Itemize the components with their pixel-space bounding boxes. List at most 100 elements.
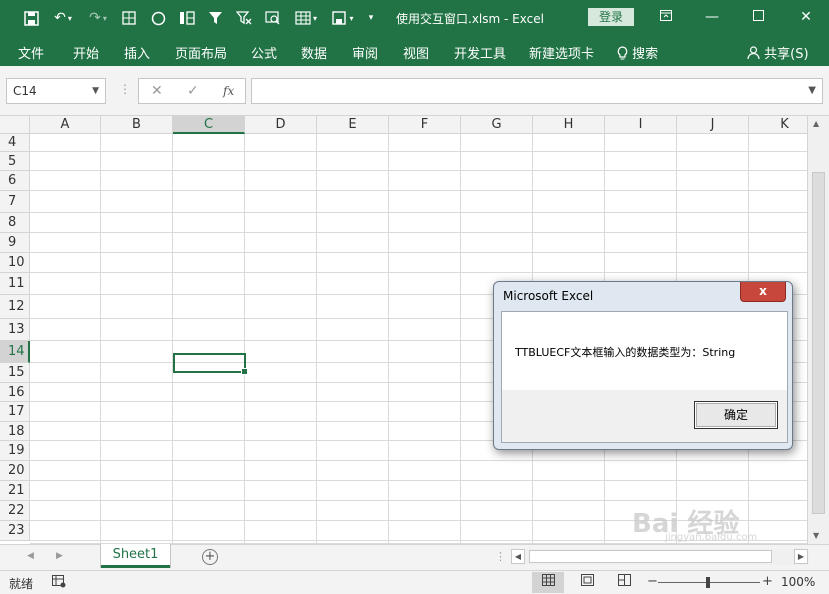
column-header-h[interactable]: H — [533, 116, 605, 134]
scroll-right-icon[interactable]: ▶ — [794, 549, 808, 564]
row-header-7[interactable]: 7 — [0, 191, 30, 213]
row-header-18[interactable]: 18 — [0, 422, 30, 441]
column-header-a[interactable]: A — [30, 116, 101, 134]
row-header-6[interactable]: 6 — [0, 171, 30, 191]
ribbon-display-icon[interactable] — [654, 6, 678, 28]
row-header-22[interactable]: 22 — [0, 501, 30, 521]
dialog-body: TTBLUECF文本框输入的数据类型为：String 确定 — [501, 311, 788, 443]
tab-review[interactable]: 审阅 — [352, 43, 378, 62]
vertical-scroll-thumb[interactable] — [812, 172, 825, 514]
column-header-f[interactable]: F — [389, 116, 461, 134]
tab-formulas[interactable]: 公式 — [251, 43, 277, 62]
row-header-20[interactable]: 20 — [0, 461, 30, 481]
grid-row-line — [30, 272, 807, 273]
column-header-i[interactable]: I — [605, 116, 677, 134]
name-box[interactable]: C14 ▼ — [6, 78, 106, 104]
next-sheet-icon[interactable]: ▶ — [56, 551, 63, 561]
column-header-e[interactable]: E — [317, 116, 389, 134]
formula-input[interactable]: ▼ — [251, 78, 823, 104]
freeze-panes-icon[interactable] — [177, 8, 197, 28]
column-header-g[interactable]: G — [461, 116, 533, 134]
column-header-k[interactable]: K — [749, 116, 807, 134]
row-header-9[interactable]: 9 — [0, 233, 30, 253]
column-header-d[interactable]: D — [245, 116, 317, 134]
zoom-level[interactable]: 100% — [781, 575, 815, 589]
shape-circle-icon[interactable] — [149, 8, 167, 28]
row-header-4[interactable]: 4 — [0, 134, 30, 152]
grid-row-line — [30, 151, 807, 152]
tab-new-tab[interactable]: 新建选项卡 — [529, 43, 594, 62]
save-as-icon[interactable]: ▾ — [328, 8, 358, 28]
undo-icon[interactable]: ↶ ▾ — [50, 8, 76, 28]
tab-file[interactable]: 文件 — [18, 43, 44, 62]
select-all-corner[interactable] — [0, 116, 30, 134]
grid-row-line — [30, 480, 807, 481]
horizontal-scrollbar[interactable]: ◀ ▶ — [511, 549, 809, 565]
row-header-21[interactable]: 21 — [0, 481, 30, 501]
enter-icon[interactable]: ✓ — [187, 79, 199, 103]
tab-page-layout[interactable]: 页面布局 — [175, 43, 227, 62]
cancel-icon[interactable]: ✕ — [151, 79, 163, 103]
page-layout-view-icon[interactable] — [571, 572, 603, 593]
prev-sheet-icon[interactable]: ◀ — [27, 551, 34, 561]
row-header-10[interactable]: 10 — [0, 253, 30, 273]
expand-formula-bar-icon[interactable]: ▼ — [808, 85, 816, 96]
save-icon[interactable] — [22, 8, 40, 28]
macro-record-icon[interactable] — [52, 575, 66, 591]
scroll-left-icon[interactable]: ◀ — [511, 549, 525, 564]
row-header-8[interactable]: 8 — [0, 213, 30, 233]
vertical-scrollbar[interactable]: ▲ ▼ — [807, 116, 829, 544]
share-button[interactable]: 共享(S) — [747, 43, 809, 62]
horizontal-scroll-thumb[interactable] — [529, 550, 772, 563]
chevron-down-icon[interactable]: ▼ — [92, 79, 99, 103]
close-icon[interactable]: ✕ — [794, 6, 818, 28]
customize-icon[interactable]: ▾ — [364, 8, 378, 28]
tab-developer[interactable]: 开发工具 — [454, 43, 506, 62]
dialog-message-area: TTBLUECF文本框输入的数据类型为：String — [502, 312, 787, 390]
column-header-j[interactable]: J — [677, 116, 749, 134]
dialog-close-button[interactable]: x — [740, 282, 786, 302]
table-format-icon[interactable]: ▾ — [291, 8, 321, 28]
clear-filter-icon[interactable] — [234, 8, 254, 28]
redo-icon[interactable]: ↷ ▾ — [85, 8, 111, 28]
maximize-icon[interactable] — [746, 6, 770, 28]
zoom-out-icon[interactable]: − — [647, 574, 658, 589]
row-header-23[interactable]: 23 — [0, 521, 30, 541]
add-sheet-icon[interactable]: + — [202, 549, 218, 565]
scroll-up-icon[interactable]: ▲ — [813, 119, 819, 128]
row-header-19[interactable]: 19 — [0, 441, 30, 461]
splitter-icon[interactable]: ⋮ — [495, 550, 506, 563]
page-break-view-icon[interactable] — [608, 572, 640, 593]
filter-icon[interactable] — [206, 8, 224, 28]
more-options-icon[interactable]: ⋮ — [119, 82, 131, 96]
row-header-11[interactable]: 11 — [0, 273, 30, 295]
row-header-12[interactable]: 12 — [0, 295, 30, 319]
login-button[interactable]: 登录 — [588, 8, 634, 26]
scroll-down-icon[interactable]: ▼ — [813, 531, 819, 540]
zoom-in-icon[interactable]: + — [762, 574, 773, 589]
search-button[interactable]: 搜索 — [617, 43, 658, 62]
row-header-15[interactable]: 15 — [0, 363, 30, 383]
row-header-16[interactable]: 16 — [0, 383, 30, 402]
tab-view[interactable]: 视图 — [403, 43, 429, 62]
insert-function-icon[interactable]: fx — [223, 79, 234, 103]
formula-bar-area: C14 ▼ ⋮ ✕ ✓ fx ▼ — [0, 66, 829, 116]
active-cell[interactable] — [173, 353, 248, 375]
tab-home[interactable]: 开始 — [73, 43, 99, 62]
row-header-13[interactable]: 13 — [0, 319, 30, 341]
sheet-tab[interactable]: Sheet1 — [101, 544, 170, 568]
minimize-icon[interactable]: — — [700, 6, 724, 28]
column-header-c[interactable]: C — [173, 116, 245, 134]
borders-icon[interactable] — [120, 8, 138, 28]
zoom-slider[interactable] — [706, 577, 710, 588]
find-icon[interactable] — [263, 8, 283, 28]
normal-view-icon[interactable] — [532, 572, 564, 593]
row-header-14[interactable]: 14 — [0, 341, 30, 363]
column-header-b[interactable]: B — [101, 116, 173, 134]
tab-insert[interactable]: 插入 — [124, 43, 150, 62]
ok-button[interactable]: 确定 — [694, 401, 778, 429]
row-header-17[interactable]: 17 — [0, 402, 30, 422]
row-header-5[interactable]: 5 — [0, 152, 30, 171]
tab-data[interactable]: 数据 — [301, 43, 327, 62]
name-box-value: C14 — [13, 84, 37, 98]
